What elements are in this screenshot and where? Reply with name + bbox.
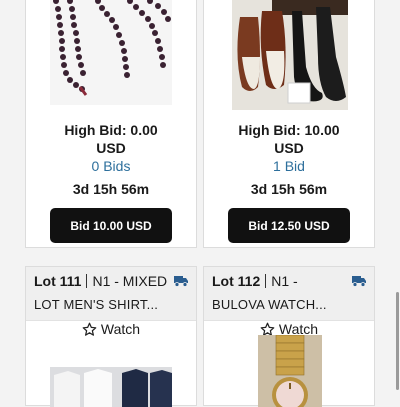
time-left: 3d 15h 56m — [250, 181, 328, 197]
lot-card[interactable]: Lot 111 N1 - MIXED LOT MEN'S SHIRT... Wa… — [25, 266, 197, 407]
watch-label: Watch — [100, 321, 141, 337]
time-left: 3d 15h 56m — [72, 181, 150, 197]
lot-header-row: Lot 112 N1 - — [212, 273, 298, 289]
currency-label: USD — [274, 140, 304, 156]
truck-icon — [174, 276, 188, 287]
high-bid-label: High Bid: 0.00 — [64, 122, 158, 138]
lot-photo-pearl-necklace[interactable] — [50, 0, 172, 105]
lot-header[interactable]: Lot 111 N1 - MIXED LOT MEN'S SHIRT... — [26, 267, 196, 321]
lot-code: N1 - — [271, 273, 298, 289]
bid-count-link[interactable]: 1 Bid — [204, 158, 374, 174]
lot-header-row: Lot 111 N1 - MIXED — [34, 273, 167, 289]
high-bid-label: High Bid: 10.00 — [238, 122, 340, 138]
currency-label: USD — [96, 140, 126, 156]
star-icon — [82, 322, 97, 336]
lot-title[interactable]: BULOVA WATCH... — [212, 297, 327, 312]
lot-card[interactable]: High Bid: 10.00 USD 1 Bid 3d 15h 56m Bid… — [203, 0, 375, 248]
lot-number: Lot 112 — [212, 273, 261, 289]
bid-button[interactable]: Bid 10.00 USD — [50, 208, 172, 243]
divider — [86, 274, 88, 288]
scrollbar[interactable] — [396, 292, 399, 390]
lot-card[interactable]: High Bid: 0.00 USD 0 Bids 3d 15h 56m Bid… — [25, 0, 197, 248]
lot-photo-watch[interactable] — [258, 335, 322, 407]
lot-number: Lot 111 — [34, 273, 82, 289]
lot-code: N1 - MIXED — [92, 273, 168, 289]
truck-icon — [352, 276, 366, 287]
lot-title[interactable]: LOT MEN'S SHIRT... — [34, 297, 158, 312]
lot-photo-shirts[interactable] — [50, 367, 172, 407]
watch-button[interactable]: Watch — [26, 319, 196, 339]
lot-card[interactable]: Lot 112 N1 - BULOVA WATCH... Watch — [203, 266, 375, 407]
divider — [265, 274, 267, 288]
lot-header[interactable]: Lot 112 N1 - BULOVA WATCH... — [204, 267, 374, 321]
bid-count-link[interactable]: 0 Bids — [26, 158, 196, 174]
bid-button[interactable]: Bid 12.50 USD — [228, 208, 350, 243]
lot-photo-shoes[interactable] — [232, 0, 348, 110]
